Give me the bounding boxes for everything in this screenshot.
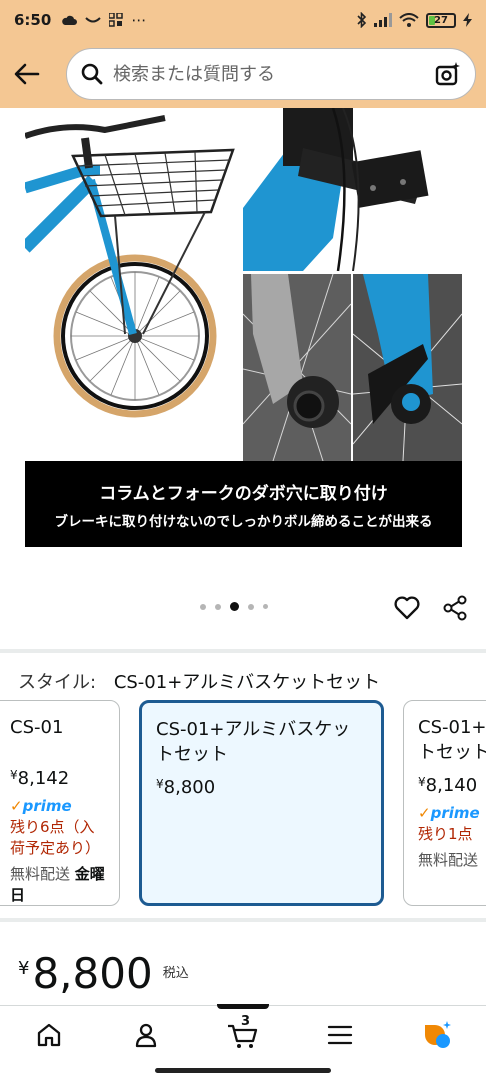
section-divider — [0, 918, 486, 922]
share-icon — [443, 595, 467, 621]
fork-mount-closeup-image-1 — [243, 274, 351, 461]
style-value: CS-01+アルミバスケットセット — [113, 672, 381, 693]
search-header — [0, 40, 486, 108]
nav-account[interactable] — [97, 1006, 194, 1063]
carousel-dots — [200, 602, 268, 611]
prime-badge: ✓prime — [10, 797, 72, 815]
search-input[interactable] — [113, 63, 435, 85]
price-currency: ¥ — [18, 958, 30, 979]
grid-icon — [109, 13, 124, 27]
style-option-card[interactable]: CS-01+アルミバスケットセット ¥8,140 ✓prime 残り1点 無料配… — [403, 700, 486, 906]
carousel-dot[interactable] — [215, 603, 221, 610]
camera-icon[interactable] — [435, 61, 461, 87]
prime-badge: ✓prime — [418, 804, 480, 822]
wishlist-button[interactable] — [393, 594, 421, 622]
nav-home[interactable] — [0, 1006, 97, 1063]
charging-icon — [463, 13, 472, 27]
product-price: ¥ 8,800 税込 — [18, 948, 189, 1000]
nav-rufus[interactable] — [389, 1006, 486, 1063]
notification-icons: ⋯ — [61, 11, 146, 29]
option-name: CS-01+アルミバスケットセット — [156, 719, 351, 765]
cloud-icon — [62, 15, 78, 25]
price-amount: 8,800 — [32, 949, 153, 998]
home-indicator — [155, 1068, 331, 1073]
battery-icon: 27 — [426, 12, 456, 28]
signal-icon — [374, 13, 392, 27]
product-image-carousel[interactable]: コラムとフォークのダボ穴に取り付け ブレーキに取り付けないのでしっかりボル締める… — [0, 108, 486, 578]
style-options-carousel[interactable]: CS-01 ¥8,142 ✓prime 残り6点（入荷予定あり） 無料配送 金曜… — [0, 700, 486, 908]
option-shipping: 無料配送 — [418, 851, 479, 869]
person-icon — [135, 1023, 156, 1047]
hamburger-menu-icon — [328, 1025, 353, 1044]
caption-line-2: ブレーキに取り付けないのでしっかりボル締めることが出来る — [54, 513, 433, 530]
option-price: ¥8,800 — [156, 777, 216, 798]
option-name: CS-01 — [10, 717, 64, 738]
search-bar[interactable] — [66, 48, 476, 100]
search-icon — [81, 63, 103, 85]
carousel-dot[interactable] — [248, 603, 254, 610]
option-name: CS-01+アルミバスケットセット — [418, 717, 486, 763]
image-caption-banner: コラムとフォークのダボ穴に取り付け ブレーキに取り付けないのでしっかりボル締める… — [25, 461, 462, 547]
status-right: 27 — [357, 12, 472, 28]
status-time: 6:50 — [14, 11, 52, 29]
share-button[interactable] — [441, 594, 469, 622]
more-notifications-icon: ⋯ — [131, 11, 147, 29]
back-arrow-icon — [14, 63, 40, 85]
section-divider — [0, 649, 486, 653]
carousel-dot-active[interactable] — [230, 602, 239, 611]
battery-percent: 27 — [434, 14, 448, 26]
bottom-navigation: 3 — [0, 1005, 486, 1063]
wifi-icon — [399, 13, 419, 27]
status-bar: 6:50 ⋯ 27 — [0, 0, 486, 40]
option-shipping: 無料配送 金曜日 — [10, 865, 105, 904]
home-icon — [37, 1023, 60, 1046]
rufus-ai-icon — [425, 1020, 452, 1048]
caption-line-1: コラムとフォークのダボ穴に取り付け — [99, 483, 388, 504]
fork-mount-closeup-image-2 — [353, 274, 462, 461]
option-price: ¥8,142 — [10, 768, 70, 789]
nav-cart[interactable]: 3 — [194, 1006, 291, 1063]
style-label: スタイル: — [18, 672, 97, 693]
style-option-card[interactable]: CS-01 ¥8,142 ✓prime 残り6点（入荷予定あり） 無料配送 金曜… — [0, 700, 120, 906]
bicycle-with-basket-image — [20, 108, 237, 463]
option-stock: 残り6点（入荷予定あり） — [10, 818, 101, 857]
nav-menu[interactable] — [292, 1006, 389, 1063]
cart-count-badge: 3 — [241, 1014, 251, 1029]
option-stock: 残り1点 — [418, 825, 473, 843]
style-option-card-selected[interactable]: CS-01+アルミバスケットセット ¥8,800 — [139, 700, 384, 906]
tax-label: 税込 — [162, 966, 189, 981]
carousel-dot[interactable] — [200, 603, 206, 610]
carousel-dot[interactable] — [263, 604, 268, 609]
back-button[interactable] — [10, 57, 44, 91]
heart-icon — [394, 596, 420, 620]
column-mount-closeup-image — [243, 108, 462, 271]
bluetooth-icon — [357, 12, 367, 28]
option-price: ¥8,140 — [418, 775, 478, 796]
style-selector-label: スタイル: CS-01+アルミバスケットセット — [18, 668, 380, 694]
smile-icon — [85, 17, 102, 23]
